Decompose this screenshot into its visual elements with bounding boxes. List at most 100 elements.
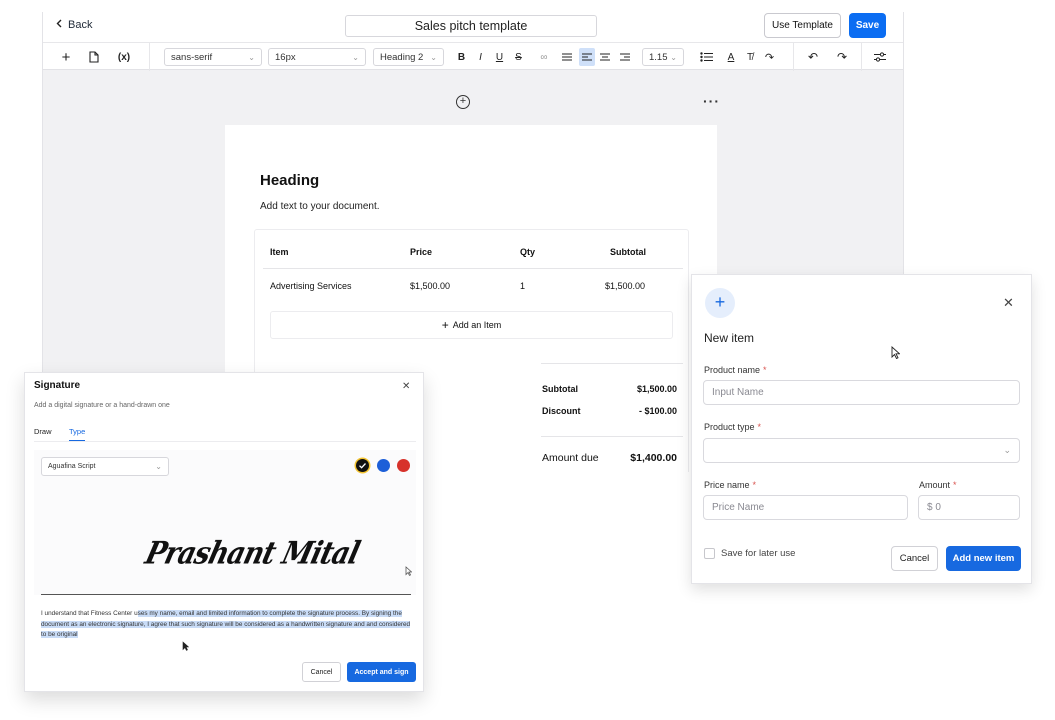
font-family-value: sans-serif: [171, 51, 213, 63]
product-name-placeholder: Input Name: [712, 387, 764, 398]
back-button[interactable]: Back: [56, 19, 92, 31]
table-cell-qty[interactable]: 1: [520, 281, 525, 291]
font-family-select[interactable]: sans-serif ⌄: [164, 48, 262, 66]
align-left-icon[interactable]: [579, 48, 595, 66]
signature-font-select[interactable]: Aguafina Script ⌄: [41, 457, 169, 476]
subtotal-label: Subtotal: [542, 384, 578, 394]
price-name-placeholder: Price Name: [712, 502, 765, 513]
underline-icon[interactable]: U: [494, 48, 505, 66]
amount-input[interactable]: $ 0: [918, 495, 1020, 520]
color-swatch-red[interactable]: [397, 459, 410, 472]
add-item-label: Add an Item: [452, 320, 502, 330]
bold-icon[interactable]: B: [456, 48, 467, 66]
column-header-item: Item: [270, 247, 289, 257]
clear-format-icon[interactable]: T̸: [744, 48, 756, 66]
product-name-label: Product name *: [704, 365, 767, 375]
price-name-label: Price name *: [704, 480, 756, 490]
add-item-button[interactable]: + Add an Item: [270, 311, 673, 339]
consent-text: I understand that Fitness Center uses my…: [41, 609, 413, 641]
column-header-qty: Qty: [520, 247, 536, 257]
summary-divider: [541, 363, 683, 364]
product-type-label-text: Product type: [704, 422, 755, 432]
chevron-down-icon: ⌄: [248, 52, 255, 62]
price-name-input[interactable]: Price Name: [703, 495, 908, 520]
align-justify-icon[interactable]: [561, 48, 573, 66]
use-template-button[interactable]: Use Template: [764, 13, 841, 38]
chevron-left-icon: [56, 19, 62, 31]
required-marker: *: [763, 365, 767, 375]
price-name-label-text: Price name: [704, 480, 750, 490]
chevron-down-icon: ⌄: [430, 52, 437, 62]
chevron-down-icon: ⌄: [1003, 445, 1011, 455]
signature-canvas[interactable]: Aguafina Script ⌄ Prashant Mital: [34, 450, 416, 595]
tab-draw[interactable]: Draw: [34, 427, 52, 440]
new-item-panel: + ✕ New item Product name * Input Name Pr…: [691, 274, 1032, 584]
table-divider: [263, 268, 683, 269]
required-marker: *: [953, 480, 957, 490]
close-icon[interactable]: ✕: [1003, 295, 1014, 311]
plus-icon: +: [705, 288, 735, 318]
text-color-icon[interactable]: A: [725, 48, 737, 66]
link-icon[interactable]: ∞: [537, 48, 551, 66]
chevron-down-icon: ⌄: [155, 462, 162, 471]
signature-font-value: Aguafina Script: [48, 463, 96, 470]
redo-icon[interactable]: ↷: [835, 48, 849, 66]
required-marker: *: [752, 480, 757, 490]
editor-top-bar: Back Sales pitch template Use Template S…: [43, 12, 903, 42]
table-cell-item[interactable]: Advertising Services: [270, 281, 352, 291]
align-right-icon[interactable]: [619, 48, 631, 66]
amount-placeholder: $ 0: [927, 502, 941, 513]
discount-label: Discount: [542, 406, 581, 416]
save-for-later-checkbox[interactable]: Save for later use: [704, 548, 795, 559]
signature-baseline: [41, 594, 411, 595]
close-icon[interactable]: ✕: [402, 381, 410, 392]
mouse-pointer-icon: [891, 346, 900, 359]
product-type-select[interactable]: ⌄: [703, 438, 1020, 463]
bullet-list-icon[interactable]: [699, 48, 713, 66]
cancel-button[interactable]: Cancel: [891, 546, 938, 571]
formatting-toolbar: + (x) sans-serif ⌄ 16px ⌄ Heading 2 ⌄ B …: [43, 42, 903, 71]
settings-sliders-icon[interactable]: [873, 48, 887, 66]
cancel-button[interactable]: Cancel: [302, 662, 341, 682]
add-new-item-button[interactable]: Add new item: [946, 546, 1021, 571]
italic-icon[interactable]: I: [475, 48, 486, 66]
mouse-pointer-icon: [182, 641, 189, 651]
document-icon[interactable]: [87, 48, 101, 66]
amount-label: Amount *: [919, 480, 957, 490]
add-section-icon[interactable]: +: [456, 95, 470, 109]
redo-format-icon[interactable]: ↷: [763, 48, 776, 66]
signature-modal: Signature Add a digital signature or a h…: [24, 372, 424, 692]
mouse-pointer-icon: [405, 566, 412, 576]
table-cell-price[interactable]: $1,500.00: [410, 281, 450, 291]
back-label: Back: [68, 19, 93, 31]
font-size-value: 16px: [275, 51, 296, 63]
color-swatch-black[interactable]: [356, 459, 369, 472]
amount-due-value: $1,400.00: [630, 452, 677, 464]
typed-signature: Prashant Mital: [141, 535, 363, 572]
document-title-input[interactable]: Sales pitch template: [345, 15, 597, 37]
checkbox-box[interactable]: [704, 548, 715, 559]
align-center-icon[interactable]: [599, 48, 611, 66]
color-swatch-blue[interactable]: [377, 459, 390, 472]
add-block-icon[interactable]: +: [60, 48, 72, 66]
plus-icon: +: [441, 318, 449, 332]
more-options-icon[interactable]: ···: [703, 93, 720, 109]
toolbar-divider: [861, 43, 862, 71]
tab-type[interactable]: Type: [69, 427, 86, 441]
variable-icon[interactable]: (x): [115, 48, 133, 66]
font-size-select[interactable]: 16px ⌄: [268, 48, 366, 66]
block-type-select[interactable]: Heading 2 ⌄: [373, 48, 444, 66]
subtotal-value: $1,500.00: [636, 384, 677, 394]
required-marker: *: [757, 422, 762, 432]
table-cell-subtotal[interactable]: $1,500.00: [605, 281, 645, 291]
undo-icon[interactable]: ↶: [806, 48, 820, 66]
line-height-select[interactable]: 1.15 ⌄: [642, 48, 684, 66]
save-button[interactable]: Save: [849, 13, 886, 38]
strikethrough-icon[interactable]: S: [513, 48, 524, 66]
column-header-subtotal: Subtotal: [610, 247, 646, 257]
document-body-text[interactable]: Add text to your document.: [260, 201, 380, 212]
toolbar-divider: [149, 43, 150, 71]
product-name-input[interactable]: Input Name: [703, 380, 1020, 405]
document-heading[interactable]: Heading: [260, 172, 319, 189]
accept-and-sign-button[interactable]: Accept and sign: [347, 662, 416, 682]
